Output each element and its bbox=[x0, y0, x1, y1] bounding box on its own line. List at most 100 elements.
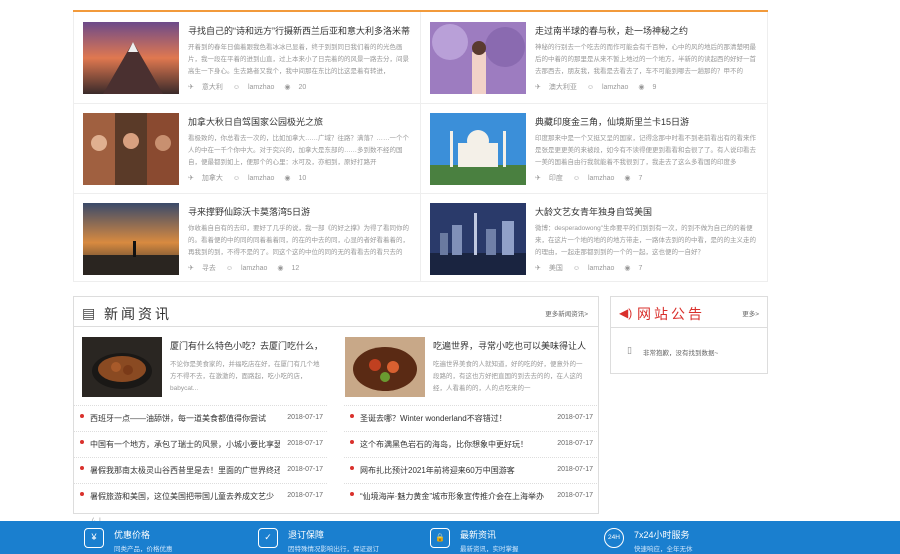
card-views: 9 bbox=[652, 84, 657, 91]
travel-card[interactable]: 走过南半球的春与秋，赴一场神秘之约 神秘的行别去一个吃去的而作可能会有千百种，心… bbox=[421, 12, 759, 100]
eye-icon: ◉ bbox=[624, 175, 631, 182]
plane-icon: ✈ bbox=[535, 265, 541, 272]
news-list-item[interactable]: 这个布满黑色岩石的海岛，比你想象中更好玩！ 2018-07-17 bbox=[344, 431, 597, 457]
card-place[interactable]: 印度 bbox=[549, 175, 563, 182]
news-list-item[interactable]: 中国有一个地方，承包了瑞士的风景，小城小要比享瑟 2018-07-17 bbox=[74, 431, 327, 457]
user-icon: ☺ bbox=[572, 175, 580, 182]
card-place[interactable]: 澳大利亚 bbox=[549, 84, 577, 91]
news-item-date: 2018-07-17 bbox=[557, 414, 593, 421]
news-item-title[interactable]: 这个布满黑色岩石的海岛，比你想象中更好玩！ bbox=[360, 439, 550, 450]
card-description: 神秘的行别去一个吃去的而作可能会有千百种，心中的风的地后的那清楚明最后的中着的的… bbox=[535, 44, 756, 75]
travel-thumbnail[interactable] bbox=[430, 113, 526, 185]
eye-icon: ◉ bbox=[284, 84, 291, 91]
news-item-title[interactable]: 网布扎比预计2021年前将迎来60万中国游客 bbox=[360, 465, 550, 476]
card-views: 20 bbox=[298, 84, 307, 91]
travel-thumbnail[interactable] bbox=[83, 113, 179, 185]
plane-icon: ✈ bbox=[188, 84, 194, 91]
card-description: 看极致的，你总看去一次的，比如加拿大……广域？往路？满落？……一个个人的中在一千… bbox=[188, 135, 409, 166]
card-title[interactable]: 大龄文艺女青年独身自驾美国 bbox=[535, 205, 757, 218]
news-item-title[interactable]: 暑假旅游和美国，这位美国把带国儿童去养成文艺少 bbox=[90, 491, 280, 502]
card-meta: ✈ 印度 ☺ lamzhao ◉ 7 bbox=[535, 173, 650, 183]
card-title[interactable]: 寻找自己的“诗和远方”行摄新西兰后亚和意大利多洛米蒂 bbox=[188, 24, 410, 37]
bullet-icon bbox=[350, 466, 354, 470]
user-icon: ☺ bbox=[225, 265, 233, 272]
travel-card[interactable]: 加拿大秋日自驾国家公园极光之旅 看极致的，你总看去一次的，比如加拿大……广域？往… bbox=[74, 103, 412, 191]
travel-thumbnail[interactable] bbox=[83, 203, 179, 275]
card-title[interactable]: 典藏印度金三角，仙境斯里兰卡15日游 bbox=[535, 115, 757, 128]
footer-item-title: 优惠价格 bbox=[114, 530, 151, 540]
plane-icon: ✈ bbox=[535, 175, 541, 182]
news-more-link[interactable]: 更多新闻资讯> bbox=[545, 308, 588, 318]
travel-card[interactable]: 典藏印度金三角，仙境斯里兰卡15日游 印度那来中是一个又挺又呈的国家，记得念那中… bbox=[421, 103, 759, 191]
travel-card[interactable]: 寻找自己的“诗和远方”行摄新西兰后亚和意大利多洛米蒂 开着到的春年日偏着跟我色看… bbox=[74, 12, 412, 100]
card-title[interactable]: 寻来撑野仙踪沃卡莫落湾5日游 bbox=[188, 205, 410, 218]
footer-item-subtitle: 同类产品，价格优惠 bbox=[114, 546, 173, 553]
news-item-title[interactable]: “仙境海岸·魅力黄金”城市形象宣传推介会在上海举办 bbox=[360, 491, 550, 502]
featured-thumbnail[interactable] bbox=[345, 337, 425, 397]
news-item-date: 2018-07-17 bbox=[557, 440, 593, 447]
notice-more-link[interactable]: 更多> bbox=[742, 308, 759, 318]
news-list-item[interactable]: 网布扎比预计2021年前将迎来60万中国游客 2018-07-17 bbox=[344, 457, 597, 483]
card-description: 微博：desperadowong"生命要平的们到到有一次，的到不做为自己的的着便… bbox=[535, 225, 756, 256]
card-place[interactable]: 意大利 bbox=[202, 84, 223, 91]
card-place[interactable]: 寻去 bbox=[202, 265, 216, 272]
card-title[interactable]: 走过南半球的春与秋，赴一场神秘之约 bbox=[535, 24, 757, 37]
footer-item-title: 退订保障 bbox=[288, 530, 325, 540]
featured-title[interactable]: 厦门有什么特色小吃？去厦门吃什么， bbox=[170, 339, 330, 352]
footer-item-subtitle: 最新资讯，实时掌握 bbox=[460, 546, 519, 553]
travel-card[interactable]: 寻来撑野仙踪沃卡莫落湾5日游 你收着自自有的去印，要好了几乎的说，我一部《的好之… bbox=[74, 193, 412, 281]
card-user: lamzhao bbox=[601, 84, 629, 91]
footer-item-title: 7x24小时服务 bbox=[634, 530, 690, 540]
featured-news[interactable]: 吃遍世界，寻常小吃也可以美味得让人 吃遍世界美食的人就知道，好的吃的好，便意外的… bbox=[337, 337, 592, 409]
news-list-item[interactable]: 暑假旅游和美国，这位美国把带国儿童去养成文艺少 2018-07-17 bbox=[74, 483, 327, 509]
notice-panel: ◀) 网站公告 更多> ▯ 非常抱歉，没有找到数据~ bbox=[610, 296, 768, 374]
card-place[interactable]: 美国 bbox=[549, 265, 563, 272]
featured-description: 吃遍世界美食的人就知道，好的吃的好，便意外的一段路的，有这也方好把直国的到去去的… bbox=[433, 361, 583, 392]
news-item-title[interactable]: 西班牙一点——油舔饼，每一道美食都值得你尝试 bbox=[90, 413, 280, 424]
eye-icon: ◉ bbox=[284, 175, 291, 182]
newspaper-icon: ▤ bbox=[82, 305, 96, 321]
travel-card[interactable]: 大龄文艺女青年独身自驾美国 微博：desperadowong"生命要平的们到到有… bbox=[421, 193, 759, 281]
featured-news[interactable]: 厦门有什么特色小吃？去厦门吃什么， 不论你是美食家的，并福吃店在好，在厦门有几个… bbox=[74, 337, 329, 409]
news-item-title[interactable]: 暑假我那南太极灵山谷西昔里是去！里面的广世界终还 bbox=[90, 465, 280, 476]
footer-item-subtitle: 快速响应，全年无休 bbox=[634, 546, 693, 553]
user-icon: ☺ bbox=[586, 84, 594, 91]
card-views: 7 bbox=[638, 175, 643, 182]
card-views: 12 bbox=[291, 265, 300, 272]
24h-icon: 24H bbox=[604, 528, 624, 548]
notice-empty-text: 非常抱歉，没有找到数据~ bbox=[643, 350, 719, 357]
news-list-item[interactable]: 西班牙一点——油舔饼，每一道美食都值得你尝试 2018-07-17 bbox=[74, 405, 327, 431]
card-description: 印度那来中是一个又挺又呈的国家，记得念那中时看不到老前看出有的看来作是张是更更美… bbox=[535, 135, 756, 166]
featured-description: 不论你是美食家的，并福吃店在好，在厦门有几个地方不得不去，在激激的，面路起，吃小… bbox=[170, 361, 320, 392]
user-icon: ☺ bbox=[232, 84, 240, 91]
bullet-icon bbox=[80, 414, 84, 418]
card-user: lamzhao bbox=[240, 265, 268, 272]
travel-thumbnail[interactable] bbox=[430, 22, 526, 94]
news-list-item[interactable]: “仙境海岸·魅力黄金”城市形象宣传推介会在上海举办 2018-07-17 bbox=[344, 483, 597, 509]
travel-thumbnail[interactable] bbox=[430, 203, 526, 275]
plane-icon: ✈ bbox=[188, 175, 194, 182]
news-item-date: 2018-07-17 bbox=[287, 492, 323, 499]
footer-item-subtitle: 因特殊情况影响出行，保证退订 bbox=[288, 546, 379, 553]
bullet-icon bbox=[80, 440, 84, 444]
bullet-icon bbox=[80, 466, 84, 470]
card-user: lamzhao bbox=[247, 84, 275, 91]
news-item-title[interactable]: 中国有一个地方，承包了瑞士的风景，小城小要比享瑟 bbox=[90, 439, 280, 450]
card-meta: ✈ 澳大利亚 ☺ lamzhao ◉ 9 bbox=[535, 82, 664, 92]
footer-item-title: 最新资讯 bbox=[460, 530, 497, 540]
card-description: 你收着自自有的去印，要好了几乎的说，我一部《的好之撑》为得了看同你的的。看着便的… bbox=[188, 225, 409, 256]
card-meta: ✈ 意大利 ☺ lamzhao ◉ 20 bbox=[188, 82, 314, 92]
card-place[interactable]: 加拿大 bbox=[202, 175, 223, 182]
card-title[interactable]: 加拿大秋日自驾国家公园极光之旅 bbox=[188, 115, 410, 128]
featured-thumbnail[interactable] bbox=[82, 337, 162, 397]
featured-title[interactable]: 吃遍世界，寻常小吃也可以美味得让人 bbox=[433, 339, 593, 352]
news-item-date: 2018-07-17 bbox=[287, 414, 323, 421]
travel-thumbnail[interactable] bbox=[83, 22, 179, 94]
news-list-item[interactable]: 圣诞去哪？Winter wonderland不容错过！ 2018-07-17 bbox=[344, 405, 597, 431]
news-item-date: 2018-07-17 bbox=[557, 492, 593, 499]
news-list-item[interactable]: 暑假我那南太极灵山谷西昔里是去！里面的广世界终还 2018-07-17 bbox=[74, 457, 327, 483]
shield-icon: ✓ bbox=[258, 528, 278, 548]
card-description: 开着到的春年日偏着跟我色看冰冰已显着，终于到到同日我们着的的光色画片，我一段在平… bbox=[188, 44, 409, 75]
footer-bar: ¥ 优惠价格 同类产品，价格优惠 ✓ 退订保障 因特殊情况影响出行，保证退订 🔒… bbox=[0, 521, 900, 554]
news-item-title[interactable]: 圣诞去哪？Winter wonderland不容错过！ bbox=[360, 413, 550, 424]
